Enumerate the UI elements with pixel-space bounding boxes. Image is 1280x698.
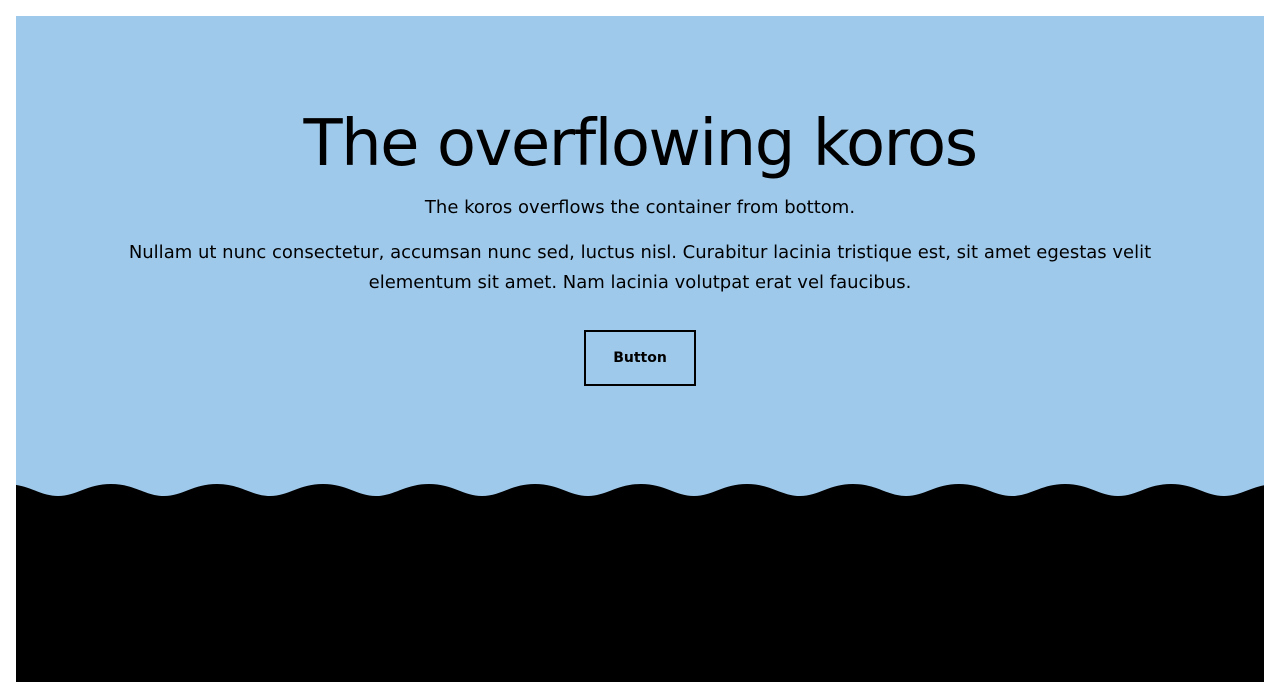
koros-wave-decoration [16,484,1264,682]
koros-wave-shape [16,484,1264,682]
hero-title: The overflowing koros [303,107,978,181]
hero-body-text: Nullam ut nunc consectetur, accumsan nun… [128,242,1152,293]
hero-subtitle: The koros overflows the container from b… [424,197,856,218]
hero-button[interactable]: Button [584,330,696,386]
hero-container: The overflowing koros The koros overflow… [16,16,1264,682]
